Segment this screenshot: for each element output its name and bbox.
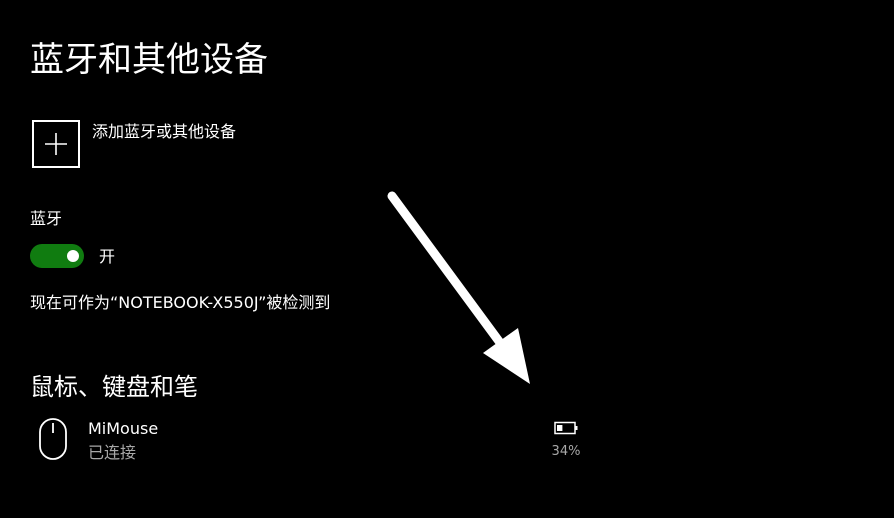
bluetooth-toggle[interactable] <box>30 244 84 268</box>
device-name: MiMouse <box>88 419 159 438</box>
bluetooth-toggle-label: 开 <box>99 247 116 266</box>
annotation-arrow <box>387 191 530 384</box>
bluetooth-heading: 蓝牙 <box>30 209 63 228</box>
plus-icon <box>45 133 67 155</box>
mouse-icon <box>39 418 67 460</box>
battery-percent: 34% <box>551 444 581 459</box>
add-device-label[interactable]: 添加蓝牙或其他设备 <box>92 121 236 143</box>
device-row-mimouse[interactable]: MiMouse 已连接 34% <box>30 412 630 468</box>
mice-keyboards-pens-heading: 鼠标、键盘和笔 <box>30 373 198 401</box>
device-status: 已连接 <box>88 443 137 462</box>
page-title: 蓝牙和其他设备 <box>30 40 268 80</box>
discoverable-text: 现在可作为“NOTEBOOK-X550J”被检测到 <box>30 293 331 312</box>
toggle-knob <box>67 250 79 262</box>
battery-icon <box>554 421 578 435</box>
add-device-button[interactable] <box>32 120 80 168</box>
